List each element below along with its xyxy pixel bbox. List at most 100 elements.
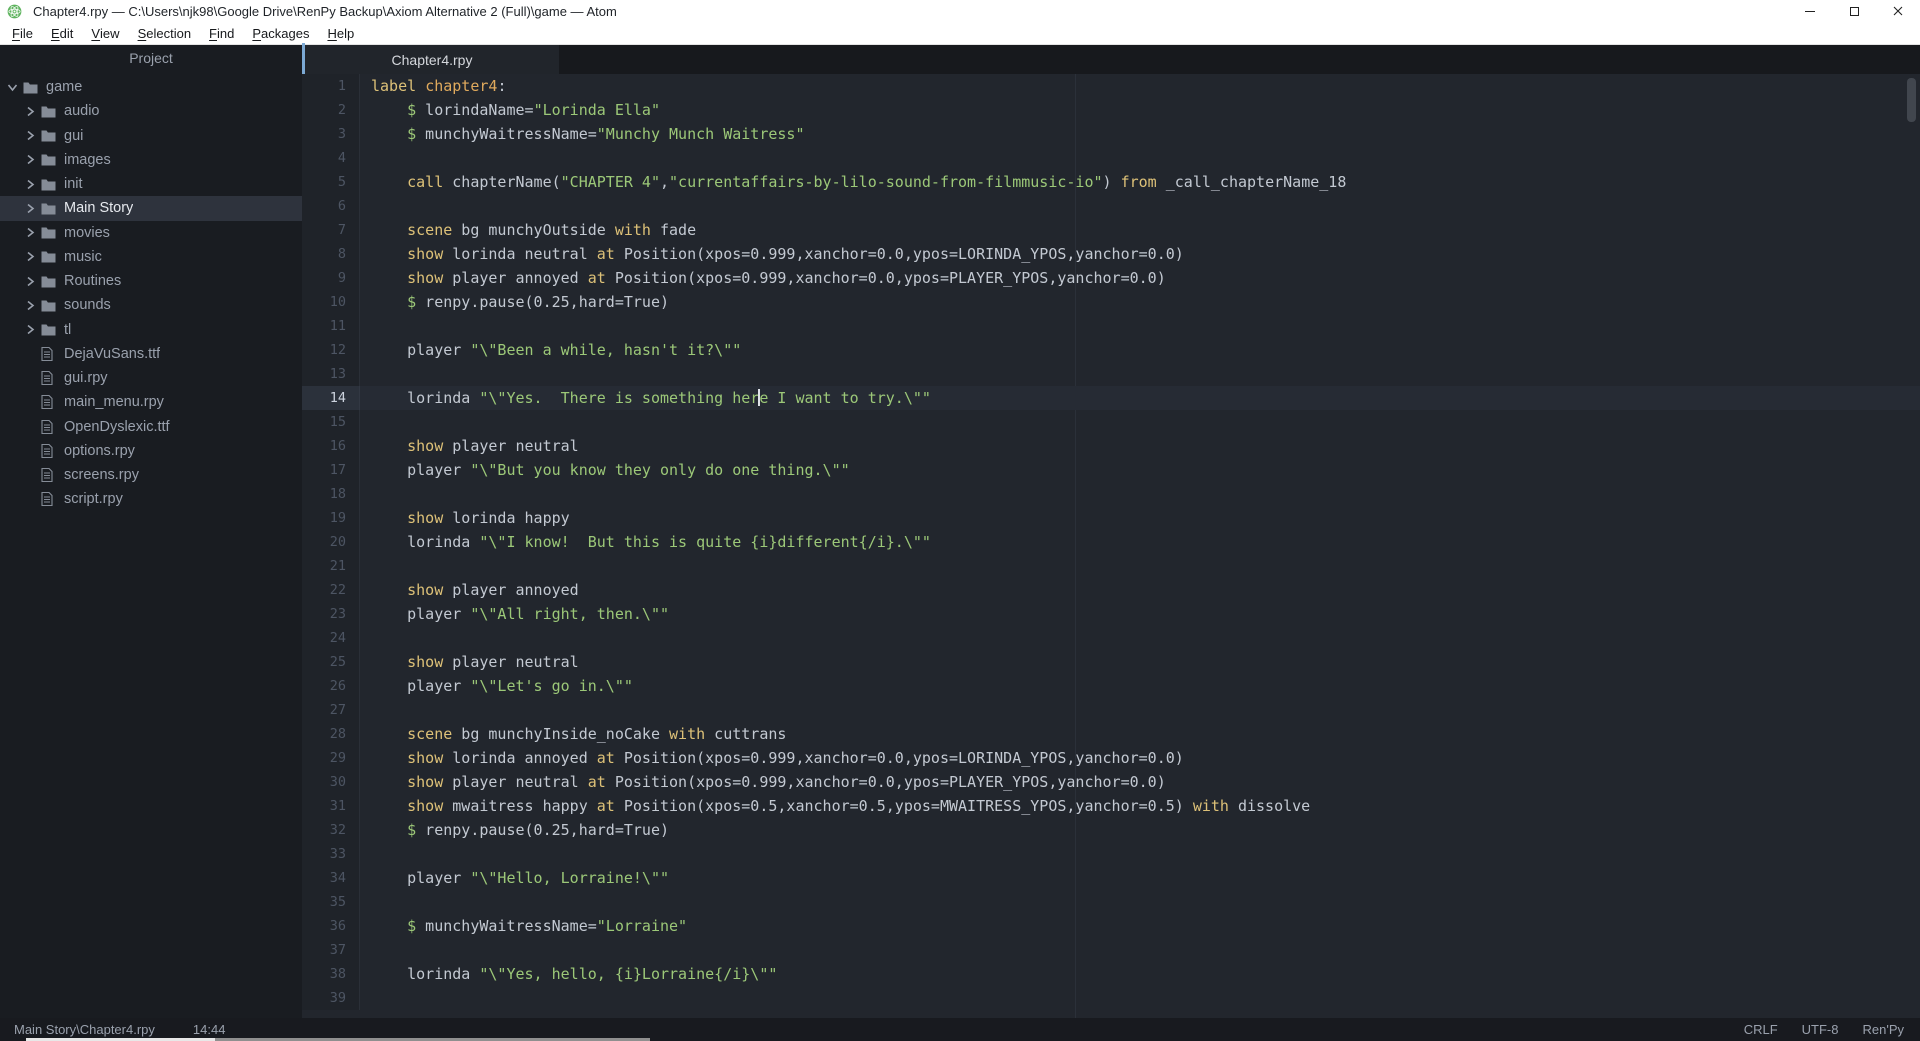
- minimize-button[interactable]: [1788, 0, 1832, 22]
- tree-item-routines[interactable]: Routines: [0, 269, 302, 293]
- code-line-37[interactable]: 37: [302, 938, 1920, 962]
- menu-packages[interactable]: Packages: [243, 22, 318, 44]
- code-line-15[interactable]: 15: [302, 410, 1920, 434]
- menu-edit[interactable]: Edit: [42, 22, 82, 44]
- tree-item-sounds[interactable]: sounds: [0, 293, 302, 317]
- code-line-29[interactable]: 29 show lorinda annoyed at Position(xpos…: [302, 746, 1920, 770]
- code-line-6[interactable]: 6: [302, 194, 1920, 218]
- code-line-35[interactable]: 35: [302, 890, 1920, 914]
- code-line-2[interactable]: 2 $ lorindaName="Lorinda Ella": [302, 98, 1920, 122]
- tree-item-init[interactable]: init: [0, 172, 302, 196]
- code-line-20[interactable]: 20 lorinda "\"I know! But this is quite …: [302, 530, 1920, 554]
- code-line-12[interactable]: 12 player "\"Been a while, hasn't it?\"": [302, 338, 1920, 362]
- chevron-icon[interactable]: [24, 178, 37, 191]
- code-line-11[interactable]: 11: [302, 314, 1920, 338]
- code-line-38[interactable]: 38 lorinda "\"Yes, hello, {i}Lorraine{/i…: [302, 962, 1920, 986]
- line-content: call chapterName("CHAPTER 4","currentaff…: [407, 173, 1347, 191]
- text-editor[interactable]: 1 label chapter4: 2 $ lorindaName="Lorinda…: [302, 74, 1920, 1018]
- code-line-21[interactable]: 21: [302, 554, 1920, 578]
- code-line-24[interactable]: 24: [302, 626, 1920, 650]
- code-line-9[interactable]: 9 show player annoyed at Position(xpos=0…: [302, 266, 1920, 290]
- tree-item-gui[interactable]: gui: [0, 124, 302, 148]
- menu-view[interactable]: View: [82, 22, 128, 44]
- tree-item-label: gui: [64, 127, 84, 144]
- code-line-32[interactable]: 32 $ renpy.pause(0.25,hard=True): [302, 818, 1920, 842]
- status-grammar[interactable]: Ren'Py: [1862, 1022, 1904, 1037]
- code-line-33[interactable]: 33: [302, 842, 1920, 866]
- tree-item-gui-rpy[interactable]: gui.rpy: [0, 366, 302, 390]
- tree-item-script-rpy[interactable]: script.rpy: [0, 487, 302, 511]
- chevron-icon[interactable]: [24, 105, 37, 118]
- line-number: 26: [302, 674, 360, 698]
- status-encoding[interactable]: UTF-8: [1802, 1022, 1839, 1037]
- line-content: [360, 890, 1920, 914]
- tree-item-tl[interactable]: tl: [0, 318, 302, 342]
- chevron-icon[interactable]: [24, 275, 37, 288]
- code-line-13[interactable]: 13: [302, 362, 1920, 386]
- code-line-14[interactable]: 14 lorinda "\"Yes. There is something he…: [302, 386, 1920, 410]
- close-button[interactable]: [1876, 0, 1920, 22]
- code-line-25[interactable]: 25 show player neutral: [302, 650, 1920, 674]
- code-line-17[interactable]: 17 player "\"But you know they only do o…: [302, 458, 1920, 482]
- code-line-26[interactable]: 26 player "\"Let's go in.\"": [302, 674, 1920, 698]
- tree-item-audio[interactable]: audio: [0, 99, 302, 123]
- code-line-19[interactable]: 19 show lorinda happy: [302, 506, 1920, 530]
- line-number: 12: [302, 338, 360, 362]
- tree-item-label: game: [46, 79, 83, 96]
- code-line-5[interactable]: 5 call chapterName("CHAPTER 4","currenta…: [302, 170, 1920, 194]
- menu-find[interactable]: Find: [200, 22, 243, 44]
- code-line-10[interactable]: 10 $ renpy.pause(0.25,hard=True): [302, 290, 1920, 314]
- chevron-icon[interactable]: [24, 202, 37, 215]
- chevron-icon[interactable]: [24, 323, 37, 336]
- status-right: CRLF UTF-8 Ren'Py: [1744, 1022, 1920, 1037]
- code-line-23[interactable]: 23 player "\"All right, then.\"": [302, 602, 1920, 626]
- maximize-button[interactable]: [1832, 0, 1876, 22]
- tree-item-options-rpy[interactable]: options.rpy: [0, 439, 302, 463]
- code-line-31[interactable]: 31 show mwaitress happy at Position(xpos…: [302, 794, 1920, 818]
- code-line-34[interactable]: 34 player "\"Hello, Lorraine!\"": [302, 866, 1920, 890]
- code-line-30[interactable]: 30 show player neutral at Position(xpos=…: [302, 770, 1920, 794]
- tree-item-dejavusans-ttf[interactable]: DejaVuSans.ttf: [0, 342, 302, 366]
- tree-item-main-menu-rpy[interactable]: main_menu.rpy: [0, 390, 302, 414]
- line-number: 19: [302, 506, 360, 530]
- file-icon: [41, 371, 57, 386]
- line-number: 5: [302, 170, 360, 194]
- code-line-28[interactable]: 28 scene bg munchyInside_noCake with cut…: [302, 722, 1920, 746]
- line-number: 29: [302, 746, 360, 770]
- code-line-27[interactable]: 27: [302, 698, 1920, 722]
- line-content: show player neutral at Position(xpos=0.9…: [407, 773, 1166, 791]
- tree-item-main-story[interactable]: Main Story: [0, 196, 302, 221]
- line-content: [360, 194, 1920, 218]
- code-line-18[interactable]: 18: [302, 482, 1920, 506]
- code-line-7[interactable]: 7 scene bg munchyOutside with fade: [302, 218, 1920, 242]
- tree-item-opendyslexic-ttf[interactable]: OpenDyslexic.ttf: [0, 415, 302, 439]
- tree-item-music[interactable]: music: [0, 245, 302, 269]
- menu-file[interactable]: File: [3, 22, 42, 44]
- tree-item-game[interactable]: game: [0, 75, 302, 99]
- code-line-1[interactable]: 1 label chapter4:: [302, 74, 1920, 98]
- chevron-icon[interactable]: [24, 250, 37, 263]
- menu-selection[interactable]: Selection: [129, 22, 200, 44]
- tree-item-movies[interactable]: movies: [0, 221, 302, 245]
- chevron-icon[interactable]: [6, 81, 19, 94]
- menu-help[interactable]: Help: [318, 22, 363, 44]
- chevron-icon[interactable]: [24, 299, 37, 312]
- status-line-ending[interactable]: CRLF: [1744, 1022, 1778, 1037]
- code-line-4[interactable]: 4: [302, 146, 1920, 170]
- tree-item-images[interactable]: images: [0, 148, 302, 172]
- tab-chapter4[interactable]: Chapter4.rpy: [305, 45, 559, 74]
- code-line-3[interactable]: 3 $ munchyWaitressName="Munchy Munch Wai…: [302, 122, 1920, 146]
- code-line-8[interactable]: 8 show lorinda neutral at Position(xpos=…: [302, 242, 1920, 266]
- tree-rows: game audio gui images init Main Story movies mu…: [0, 75, 302, 512]
- tree-item-screens-rpy[interactable]: screens.rpy: [0, 463, 302, 487]
- chevron-icon[interactable]: [24, 153, 37, 166]
- code-line-39[interactable]: 39: [302, 986, 1920, 1010]
- chevron-icon[interactable]: [24, 226, 37, 239]
- chevron-icon[interactable]: [24, 129, 37, 142]
- vertical-scrollbar-thumb[interactable]: [1907, 78, 1916, 122]
- code-line-22[interactable]: 22 show player annoyed: [302, 578, 1920, 602]
- status-cursor-position[interactable]: 14:44: [193, 1022, 226, 1037]
- line-content: [360, 314, 1920, 338]
- code-line-16[interactable]: 16 show player neutral: [302, 434, 1920, 458]
- code-line-36[interactable]: 36 $ munchyWaitressName="Lorraine": [302, 914, 1920, 938]
